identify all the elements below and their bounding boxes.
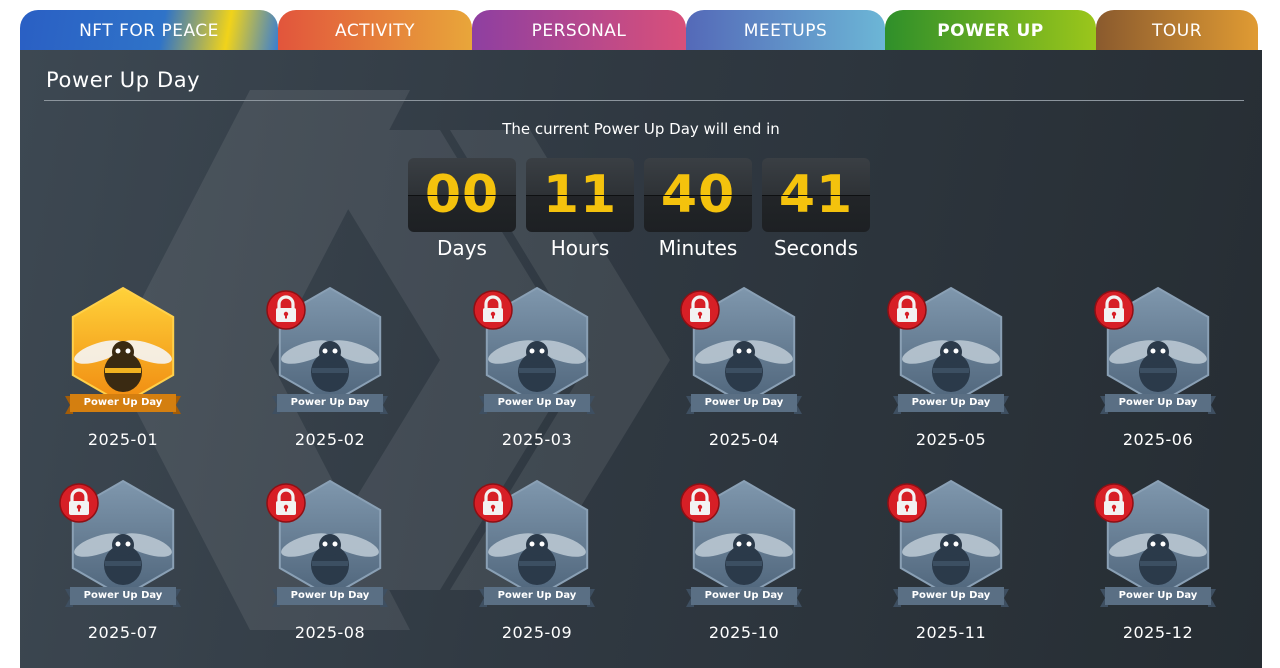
title-divider bbox=[44, 100, 1244, 101]
badge-date: 2025-01 bbox=[87, 430, 159, 449]
power-up-badge-2025-03[interactable]: Power Up Day 2025-03 bbox=[457, 284, 617, 464]
badge-date: 2025-05 bbox=[915, 430, 987, 449]
badge-date: 2025-09 bbox=[501, 623, 573, 642]
countdown-hours: 11 Hours bbox=[526, 158, 634, 260]
badge-date: 2025-12 bbox=[1122, 623, 1194, 642]
badge-banner-label: Power Up Day bbox=[497, 590, 577, 601]
tab-label: POWER UP bbox=[937, 21, 1044, 41]
power-up-badge-2025-12[interactable]: Power Up Day 2025-12 bbox=[1078, 477, 1238, 657]
power-up-badge-2025-09[interactable]: Power Up Day 2025-09 bbox=[457, 477, 617, 657]
tab-bar: NFT FOR PEACE ACTIVITY PERSONAL MEETUPS POWE… bbox=[20, 10, 1262, 50]
badge-date: 2025-02 bbox=[294, 430, 366, 449]
power-up-badge-2025-02[interactable]: Power Up Day 2025-02 bbox=[250, 284, 410, 464]
tab-label: PERSONAL bbox=[531, 21, 627, 41]
countdown-seconds: 41 Seconds bbox=[762, 158, 870, 260]
tab-nft-for-peace[interactable]: NFT FOR PEACE bbox=[20, 10, 278, 50]
badge-banner-label: Power Up Day bbox=[290, 397, 370, 408]
power-up-badge-2025-05[interactable]: Power Up Day 2025-05 bbox=[871, 284, 1031, 464]
countdown-days-value: 00 bbox=[424, 165, 500, 225]
tab-power-up[interactable]: POWER UP bbox=[885, 10, 1096, 50]
tab-activity[interactable]: ACTIVITY bbox=[278, 10, 472, 50]
countdown-hours-label: Hours bbox=[550, 236, 610, 260]
countdown-days-label: Days bbox=[437, 236, 487, 260]
tab-personal[interactable]: PERSONAL bbox=[472, 10, 686, 50]
power-up-badge-2025-08[interactable]: Power Up Day 2025-08 bbox=[250, 477, 410, 657]
countdown-seconds-label: Seconds bbox=[773, 236, 859, 260]
countdown-timer: 00 Days 11 Hours 40 Minutes 41 Seconds bbox=[408, 158, 870, 260]
countdown-seconds-value: 41 bbox=[778, 165, 854, 225]
badge-banner-label: Power Up Day bbox=[290, 590, 370, 601]
tab-label: ACTIVITY bbox=[334, 21, 415, 41]
page-title: Power Up Day bbox=[46, 68, 201, 92]
power-up-badge-2025-07[interactable]: Power Up Day 2025-07 bbox=[43, 477, 203, 657]
power-up-panel: Power Up Day The current Power Up Day wi… bbox=[20, 50, 1262, 668]
countdown-minutes-value: 40 bbox=[660, 165, 736, 225]
badge-banner-label: Power Up Day bbox=[83, 590, 163, 601]
badge-banner-label: Power Up Day bbox=[911, 397, 991, 408]
badge-date: 2025-07 bbox=[87, 623, 159, 642]
power-up-badge-2025-11[interactable]: Power Up Day 2025-11 bbox=[871, 477, 1031, 657]
badge-banner-label: Power Up Day bbox=[704, 590, 784, 601]
tab-meetups[interactable]: MEETUPS bbox=[686, 10, 885, 50]
badge-banner-label: Power Up Day bbox=[704, 397, 784, 408]
badge-date: 2025-10 bbox=[708, 623, 780, 642]
badge-date: 2025-06 bbox=[1122, 430, 1194, 449]
badge-banner-label: Power Up Day bbox=[911, 590, 991, 601]
badge-date: 2025-04 bbox=[708, 430, 780, 449]
countdown-caption: The current Power Up Day will end in bbox=[502, 120, 780, 138]
power-up-badge-2025-10[interactable]: Power Up Day 2025-10 bbox=[664, 477, 824, 657]
tab-label: NFT FOR PEACE bbox=[79, 21, 219, 41]
power-up-badge-2025-01[interactable]: Power Up Day 2025-01 bbox=[43, 284, 203, 464]
countdown-days: 00 Days bbox=[408, 158, 516, 260]
badge-banner-label: Power Up Day bbox=[1118, 590, 1198, 601]
badge-date: 2025-11 bbox=[915, 623, 987, 642]
badge-banner-label: Power Up Day bbox=[1118, 397, 1198, 408]
badge-date: 2025-08 bbox=[294, 623, 366, 642]
badge-date: 2025-03 bbox=[501, 430, 573, 449]
tab-tour[interactable]: TOUR bbox=[1096, 10, 1258, 50]
tab-label: MEETUPS bbox=[743, 21, 828, 41]
tab-label: TOUR bbox=[1151, 21, 1203, 41]
power-up-badge-2025-04[interactable]: Power Up Day 2025-04 bbox=[664, 284, 824, 464]
power-up-badge-2025-06[interactable]: Power Up Day 2025-06 bbox=[1078, 284, 1238, 464]
badge-banner-label: Power Up Day bbox=[83, 397, 163, 408]
countdown-minutes: 40 Minutes bbox=[644, 158, 752, 260]
countdown-minutes-label: Minutes bbox=[658, 236, 738, 260]
badge-banner-label: Power Up Day bbox=[497, 397, 577, 408]
countdown-hours-value: 11 bbox=[542, 165, 618, 225]
